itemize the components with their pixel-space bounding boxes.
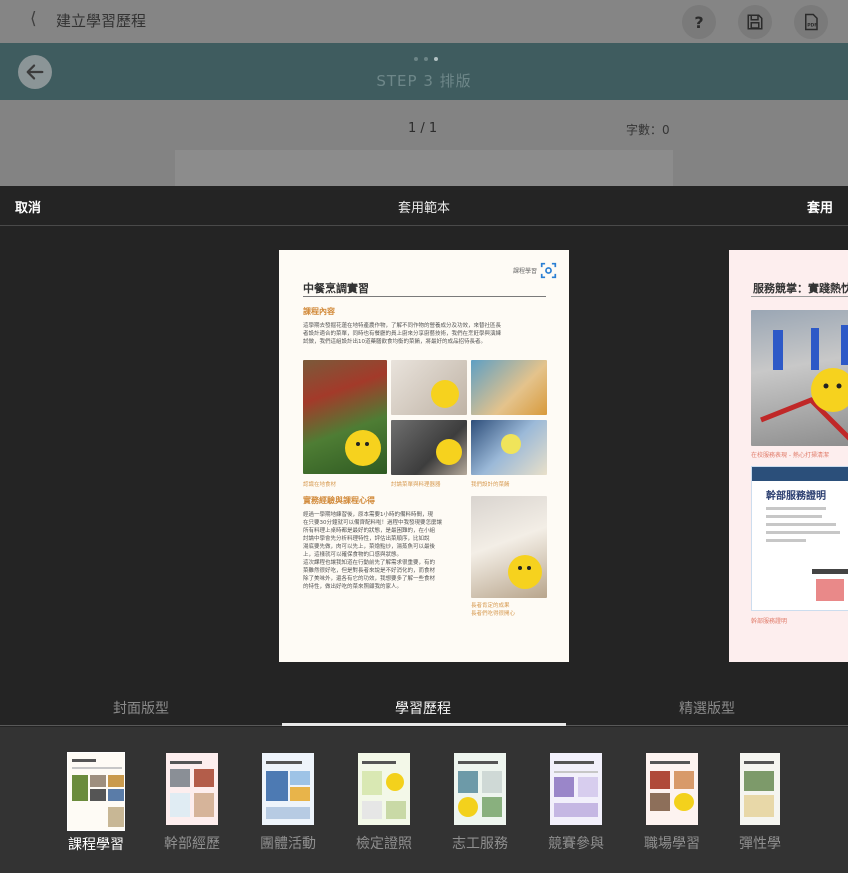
template-label: 幹部經歷 (164, 836, 220, 852)
divider (303, 296, 546, 297)
mascot-image (345, 430, 381, 466)
pdf-button[interactable]: PDF (794, 5, 828, 39)
editor-page (175, 150, 673, 186)
photo-cleaning (751, 310, 848, 446)
preview-title: 中餐烹調實習 (303, 282, 369, 295)
template-thumb-course[interactable]: 課程學習 (48, 752, 144, 854)
template-thumb-flexible[interactable]: 彈性學 (720, 753, 800, 853)
template-thumb-certificate[interactable]: 檢定證照 (336, 753, 432, 853)
pdf-icon: PDF (805, 13, 818, 31)
step-bar: STEP 3 排版 (0, 43, 848, 100)
editor-info-bar: 1 / 1 字數：0 (0, 100, 848, 186)
tab-learning[interactable]: 學習歷程 (282, 698, 564, 718)
template-thumbnails: 課程學習 幹部經歷 團體活動 檢定證照 志工服務 競賽參與 職場學習 彈性學 (0, 727, 848, 873)
save-button[interactable] (738, 5, 772, 39)
page-indicator: 1 / 1 (408, 121, 438, 136)
template-thumb-competition[interactable]: 競賽參與 (528, 753, 624, 853)
preview-title: 服務競掌：實踐熱忱 (753, 282, 848, 295)
photo-caption: 長者肯定的成果 長者們吃得很開心 (471, 603, 516, 617)
help-button[interactable]: ? (682, 5, 716, 39)
photo-caption: 幹部服務證明 (751, 618, 788, 625)
apply-button[interactable]: 套用 (807, 197, 833, 216)
step-label: STEP 3 排版 (376, 72, 472, 90)
certificate-image: 幹部服務證明 (751, 466, 848, 611)
template-preview-next[interactable]: 服務競掌：實踐熱忱 在校服務表現 - 熱心打掃清潔 幹部服務證明 幹部服務證明 (729, 250, 848, 662)
photo-discussion (391, 360, 467, 415)
tab-featured[interactable]: 精選版型 (566, 698, 848, 718)
template-label: 競賽參與 (548, 836, 604, 852)
template-category-tabs: 封面版型 學習歷程 精選版型 (0, 690, 848, 726)
photo-caption: 討論菜單與料理器器 (391, 482, 441, 488)
section-text: 經過一學期地練習後，原本需要1小時的備料時間，現 在只要30分鐘就可以備齊配料啦… (303, 512, 443, 590)
page-title: 建立學習歷程 (56, 12, 147, 30)
photo-dish (471, 360, 547, 415)
photo-caption: 我們設計的菜餚 (471, 482, 510, 488)
template-preview[interactable]: 課程學習 中餐烹調實習 課程內容 這學期去發掘花蓮在地特產農作物，了解不同作物的… (279, 250, 569, 662)
help-icon: ? (694, 12, 704, 32)
template-label: 團體活動 (260, 836, 316, 852)
save-icon (747, 14, 763, 30)
template-thumb-group[interactable]: 團體活動 (240, 753, 336, 853)
active-tab-indicator (282, 723, 566, 726)
chevron-left-icon[interactable]: ⟨ (30, 9, 37, 29)
section-heading: 實務經驗與課程心得 (303, 496, 375, 505)
template-label: 志工服務 (452, 836, 508, 852)
word-count: 字數：0 (626, 123, 670, 137)
app-header: ⟨ 建立學習歷程 ? PDF (0, 0, 848, 43)
photo-vegetables (303, 360, 387, 474)
template-thumb-workplace[interactable]: 職場學習 (624, 753, 720, 853)
template-label: 職場學習 (644, 836, 700, 852)
template-label: 彈性學 (739, 836, 781, 852)
svg-text:PDF: PDF (807, 23, 817, 29)
photo-caption: 在校服務表現 - 熱心打掃清潔 (751, 452, 829, 459)
step-dots (414, 57, 438, 61)
tab-cover[interactable]: 封面版型 (0, 698, 282, 718)
modal-title: 套用範本 (397, 201, 450, 216)
preview-tag: 課程學習 (512, 268, 537, 275)
photo-caption: 認識在地食材 (303, 482, 337, 488)
template-thumb-cadre[interactable]: 幹部經歷 (144, 753, 240, 853)
photo-elders (471, 496, 547, 598)
template-label: 課程學習 (68, 837, 124, 853)
template-label: 檢定證照 (356, 836, 412, 852)
scan-icon[interactable] (540, 262, 557, 279)
photo-kitchen (391, 420, 467, 475)
certificate-title: 幹部服務證明 (766, 491, 826, 502)
template-thumb-volunteer[interactable]: 志工服務 (432, 753, 528, 853)
section-text: 這學期去發掘花蓮在地特產農作物，了解不同作物的營養成分及功效，來替社區長 者設計… (303, 323, 502, 345)
section-heading: 課程內容 (303, 307, 335, 316)
template-modal-header: 取消 套用範本 套用 (0, 186, 848, 226)
photo-plated (471, 420, 547, 475)
